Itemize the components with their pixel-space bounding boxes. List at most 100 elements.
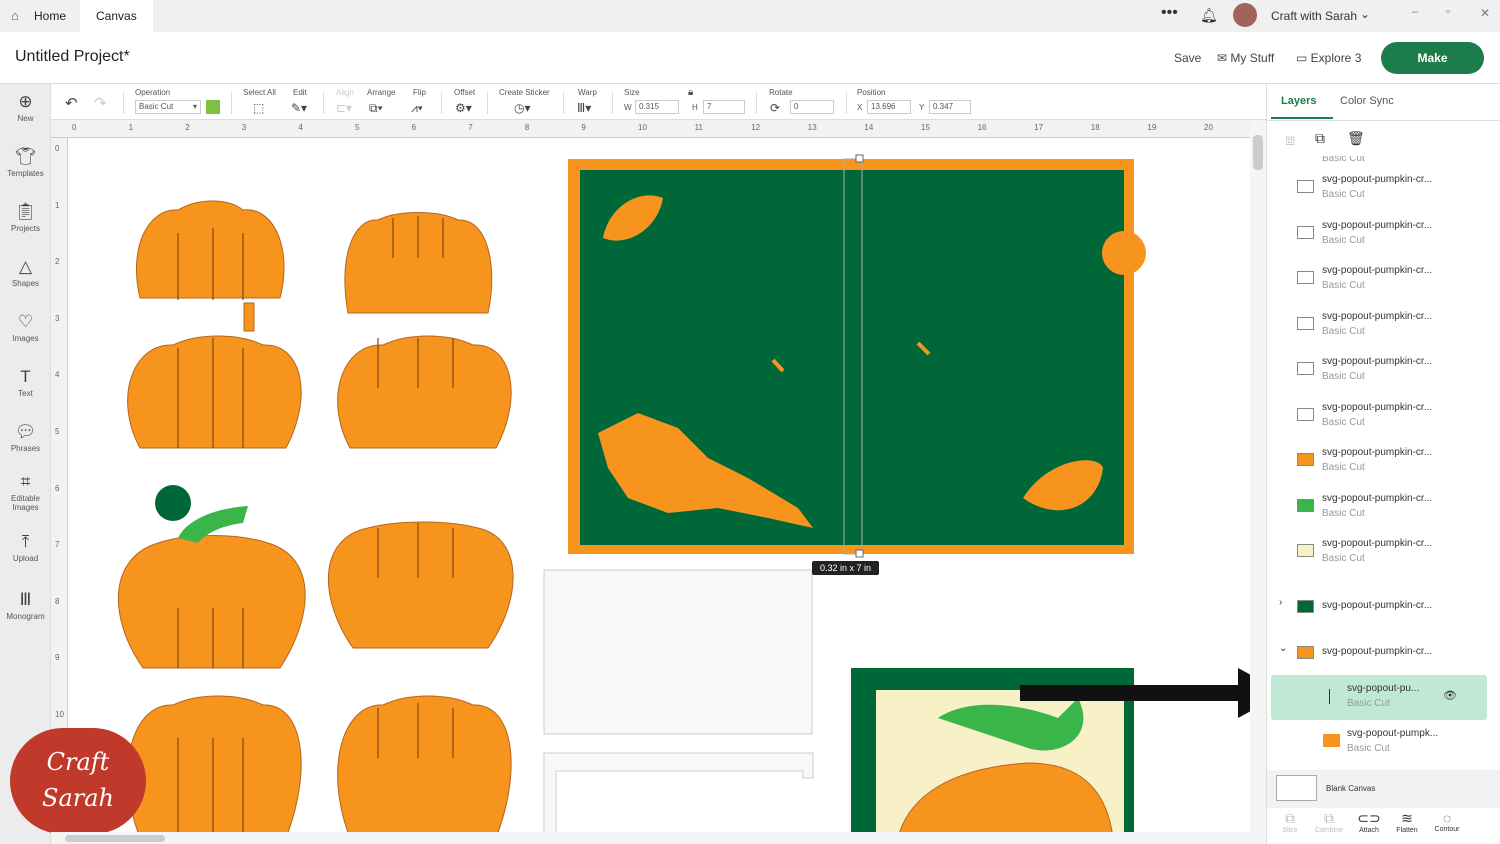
layer-item[interactable]: svg-popout-pumpk... Basic Cut: [1267, 720, 1489, 765]
ruler-tick-label: 10: [55, 710, 64, 719]
flatten-button[interactable]: ≋ Flatten: [1389, 810, 1425, 834]
sidebar-label: Images: [12, 334, 39, 343]
header: Untitled Project* Save ✉ My Stuff ▭ Expl…: [0, 32, 1500, 84]
tab-canvas[interactable]: Canvas: [80, 0, 153, 32]
x-value: 13.696: [871, 102, 896, 111]
sidebar-item-monogram[interactable]: Ⅲ Monogram: [0, 590, 51, 621]
sidebar-item-text[interactable]: T Text: [0, 367, 51, 398]
make-button[interactable]: Make: [1381, 42, 1484, 74]
layer-item-selected[interactable]: svg-popout-pu... Basic Cut 👁︎: [1271, 675, 1487, 720]
sidebar-item-phrases[interactable]: 💬︎ Phrases: [0, 422, 51, 453]
duplicate-icon[interactable]: ⧉: [1315, 130, 1325, 147]
more-icon[interactable]: •••: [1161, 4, 1178, 22]
chevron-down-icon: ⌄: [1279, 643, 1288, 654]
save-button[interactable]: Save: [1174, 51, 1201, 65]
combine-button[interactable]: ⧉ Combine: [1311, 810, 1347, 834]
operation-select[interactable]: Basic Cut ▾: [135, 100, 201, 114]
y-value: 0.347: [933, 102, 954, 111]
layer-item[interactable]: svg-popout-pumpkin-cr... Basic Cut: [1267, 348, 1489, 393]
ruler-tick-label: 4: [55, 370, 60, 380]
layer-item[interactable]: svg-popout-pumpkin-cr... Basic Cut: [1267, 394, 1489, 439]
plus-circle-icon: ⊕: [18, 92, 33, 111]
sidebar-item-templates[interactable]: 👕︎ Templates: [0, 147, 51, 178]
layer-group[interactable]: › svg-popout-pumpkin-cr...: [1267, 584, 1489, 629]
warp-icon[interactable]: Ⅲ▾: [577, 101, 591, 115]
layer-item[interactable]: svg-popout-pumpkin-cr... Basic Cut: [1267, 166, 1489, 211]
sidebar-item-projects[interactable]: 📋︎ Projects: [0, 202, 51, 233]
flip-label: Flip: [413, 88, 426, 97]
rotate-icon[interactable]: ⟳: [770, 101, 780, 115]
flip-icon[interactable]: ⩘▾: [411, 101, 423, 116]
my-stuff-button[interactable]: ✉ My Stuff: [1217, 51, 1274, 65]
layer-item[interactable]: svg-popout-pumpkin-cr... Basic Cut: [1267, 530, 1489, 575]
contour-button[interactable]: ◌ Contour: [1429, 810, 1465, 833]
layer-group[interactable]: ⌄ svg-popout-pumpkin-cr...: [1267, 630, 1489, 675]
chevron-down-icon[interactable]: ⌄: [1360, 7, 1370, 21]
ruler-tick-label: 8: [524, 123, 530, 132]
offset-icon[interactable]: ⚙▾: [455, 101, 472, 115]
rotate-input[interactable]: 0: [790, 100, 834, 114]
width-input[interactable]: 0.315: [635, 100, 679, 114]
user-menu[interactable]: Craft with Sarah: [1271, 9, 1357, 23]
layer-item[interactable]: svg-popout-pumpkin-cr... Basic Cut: [1267, 257, 1489, 302]
layer-item[interactable]: svg-popout-pumpkin-cr... Basic Cut: [1267, 439, 1489, 484]
sidebar-item-upload[interactable]: ⤒ Upload: [0, 532, 51, 563]
operation-color-swatch[interactable]: [206, 100, 220, 114]
pencil-icon[interactable]: ✎▾: [291, 101, 307, 115]
sidebar-item-shapes[interactable]: △ Shapes: [0, 257, 51, 288]
sidebar-item-new[interactable]: ⊕ New: [0, 92, 51, 123]
bell-icon[interactable]: 🔔︎: [1200, 7, 1218, 24]
align-icon[interactable]: ⊏▾: [336, 101, 352, 115]
select-all-icon[interactable]: ⬚: [253, 101, 264, 115]
tab-layers[interactable]: Layers: [1281, 95, 1316, 107]
pumpkin-piece: [136, 200, 285, 299]
maximize-icon[interactable]: ▫: [1446, 6, 1450, 18]
height-input[interactable]: 7: [703, 100, 745, 114]
layer-thumbnail: [1297, 407, 1314, 421]
ruler-tick-label: 16: [977, 123, 987, 132]
editable-icon: ⌗: [20, 472, 31, 491]
sidebar-item-editable-images[interactable]: ⌗ Editable Images: [0, 472, 51, 512]
layer-thumbnail: [1297, 180, 1314, 193]
tab-color-sync[interactable]: Color Sync: [1340, 95, 1394, 107]
layer-item[interactable]: svg-popout-pumpkin-cr... Basic Cut: [1267, 303, 1489, 348]
sidebar-label: Projects: [11, 224, 40, 233]
ruler-tick-label: 17: [1034, 123, 1044, 132]
redo-icon[interactable]: ↷: [94, 94, 107, 112]
tab-home[interactable]: Home: [18, 0, 82, 32]
select-all-label: Select All: [243, 88, 276, 97]
blank-canvas-row[interactable]: Blank Canvas: [1267, 770, 1500, 808]
sticker-icon[interactable]: ◷▾: [514, 101, 531, 115]
design-canvas[interactable]: 0.32 in x 7 in: [68, 138, 1250, 832]
arrange-icon[interactable]: ⧉▾: [369, 101, 383, 116]
horizontal-scrollbar[interactable]: [51, 832, 1266, 844]
trash-icon[interactable]: 🗑︎: [1347, 130, 1365, 147]
avatar[interactable]: [1233, 3, 1257, 27]
vertical-scrollbar[interactable]: [1250, 120, 1266, 844]
w-label: W: [624, 103, 632, 112]
minimize-icon[interactable]: –: [1412, 6, 1418, 18]
close-icon[interactable]: ✕: [1480, 6, 1490, 20]
machine-button[interactable]: ▭ Explore 3: [1296, 51, 1361, 65]
attach-button[interactable]: ⊂⊃ Attach: [1351, 810, 1387, 834]
layer-name: svg-popout-pumpkin-cr...: [1322, 538, 1433, 549]
ungroup-icon[interactable]: ⧈: [1285, 132, 1295, 150]
speech-icon: 💬︎: [14, 422, 37, 441]
eye-icon[interactable]: 👁︎: [1443, 689, 1457, 702]
ruler-tick-label: 14: [864, 123, 874, 132]
sidebar-item-images[interactable]: ♡ Images: [0, 312, 51, 343]
y-input[interactable]: 0.347: [929, 100, 971, 114]
layer-item[interactable]: svg-popout-pumpkin-cr... Basic Cut: [1267, 485, 1489, 530]
monogram-icon: Ⅲ: [19, 590, 32, 609]
undo-icon[interactable]: ↶: [65, 94, 78, 112]
lock-icon[interactable]: 🔒︎: [688, 87, 693, 98]
edit-toolbar: ↶ ↷ Operation Basic Cut ▾ Select All ⬚ Ed…: [51, 84, 1266, 120]
shapes-icon: △: [18, 257, 33, 276]
blank-canvas-label: Blank Canvas: [1326, 784, 1376, 793]
x-input[interactable]: 13.696: [867, 100, 911, 114]
layer-item[interactable]: svg-popout-pumpkin-cr... Basic Cut: [1267, 212, 1489, 257]
slice-button[interactable]: ⧉ Slice: [1272, 810, 1308, 834]
layer-thumbnail: [1297, 362, 1314, 375]
bulb-icon: ♡: [17, 312, 34, 331]
combine-icon: ⧉: [1324, 810, 1334, 826]
